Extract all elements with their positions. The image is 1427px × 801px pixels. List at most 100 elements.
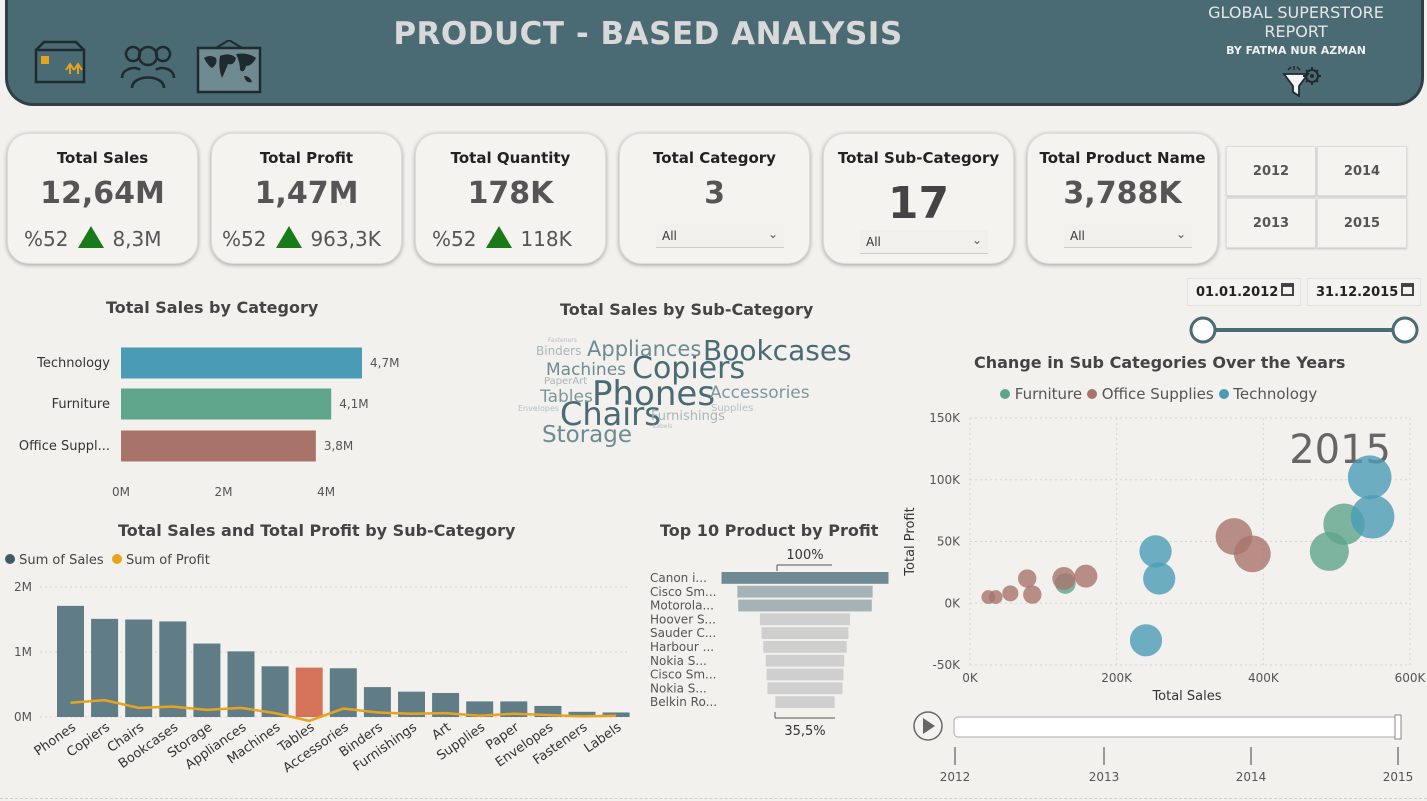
product-box-icon[interactable] [32,40,88,90]
chevron-down-icon: ⌄ [971,233,982,247]
sales-profit-combo-chart: 0M1M2MPhonesCopiersChairsBookcasesStorag… [14,580,630,776]
y-tick-label: 0M [14,710,32,724]
y-tick-label: -50K [933,658,962,672]
sales-profit-legend: Sum of Sales Sum of Profit [5,553,210,568]
y-tick-label: 150K [929,411,961,425]
kpi-card-total-quantity: Total Quantity 178K %52 118K [415,133,606,264]
scatter-point [1074,564,1098,588]
legend-dot-furniture [1000,389,1010,399]
sales-bar [193,643,221,717]
funnel-bar [759,613,851,626]
play-axis-tick-label: 2015 [1383,770,1414,784]
scatter-point [1347,455,1392,500]
end-date-input[interactable]: 31.12.2015 [1307,278,1421,306]
y-tick-label: 1M [14,645,32,659]
funnel-top-label: 100% [786,548,823,563]
report-author: BY FATMA NUR AZMAN [1226,44,1366,57]
x-tick-label: 600K [1395,671,1427,685]
up-triangle-icon [276,226,303,248]
y-axis-label: Total Profit [903,507,918,576]
sales-bar [125,619,153,717]
kpi-card-total-subcategory: Total Sub-Category 17 All ⌄ [823,133,1014,264]
category-slicer[interactable]: All ⌄ [656,224,784,248]
category-label: Office Suppl... [19,439,110,454]
kpi-sub-value: 8,3M [112,227,162,251]
kpi-sub-value: 963,3K [310,227,381,251]
wordcloud-word: Supplies [711,403,753,414]
category-data-label: 3,8M [324,439,353,453]
scatter-point [1002,585,1019,602]
kpi-label: Total Sales [56,149,149,167]
funnel-bar [721,572,889,584]
year-button-2012[interactable]: 2012 [1226,146,1316,196]
y-tick-label: 100K [929,473,961,487]
kpi-card-total-profit: Total Profit 1,47M %52 963,3K [211,133,402,264]
kpi-value: 12,64M [40,176,165,211]
slider-handle-end[interactable] [1391,316,1419,344]
category-bar [121,388,332,420]
funnel-label: Cisco Sm... [650,668,716,682]
chart-title-sales-by-subcategory: Total Sales by Sub-Category [560,300,814,319]
subcategory-wordcloud: BookcasesPhonesCopiersChairsAppliancesSt… [518,334,852,448]
scatter-point [1129,624,1163,657]
chart-title-top10: Top 10 Product by Profit [660,521,879,540]
x-axis-label: Total Sales [1151,689,1221,704]
legend-label-furniture: Furniture [1014,385,1083,403]
kpi-pct: %52 [24,227,69,251]
product-slicer[interactable]: All ⌄ [1064,224,1192,248]
funnel-bar [761,627,849,639]
play-axis-tick-label: 2012 [940,770,971,784]
kpi-value: 3,788K [1063,176,1182,211]
subcategory-slicer[interactable]: All ⌄ [860,230,988,254]
scatter-point [1052,567,1076,591]
kpi-label: Total Profit [259,149,354,167]
header-banner: PRODUCT - BASED ANALYSIS GLOBAL SUPERSTO… [5,0,1424,106]
customers-icon[interactable] [120,40,176,94]
kpi-pct: %52 [222,227,267,251]
kpi-value: 17 [887,178,950,229]
legend-dot-sales [5,554,15,564]
calendar-icon [1281,283,1294,296]
category-bar [121,430,316,462]
play-axis-handle[interactable] [1394,714,1402,740]
x-tick-label: 2M [215,485,233,499]
kpi-label: Total Sub-Category [837,149,1000,167]
date-range-slider[interactable] [1185,312,1425,348]
wordcloud-word: Accessories [710,383,810,403]
legend-dot-technology [1218,389,1229,399]
play-button[interactable] [913,711,943,741]
play-axis-track[interactable] [953,716,1401,738]
category-bar [121,347,362,379]
sales-bar [159,621,187,717]
play-axis-tick-label: 2013 [1089,770,1120,784]
wordcloud-word: Fasteners [548,337,577,344]
chart-title-scatter: Change in Sub Categories Over the Years [974,353,1346,372]
kpi-card-total-sales: Total Sales 12,64M %52 8,3M [7,133,198,264]
kpi-sub: %52 8,3M [24,226,162,251]
funnel-bar [763,641,847,653]
start-date-input[interactable]: 01.01.2012 [1187,278,1301,306]
kpi-value: 1,47M [254,176,359,211]
funnel-label: Cisco Sm... [650,585,716,599]
year-button-2013[interactable]: 2013 [1226,198,1316,248]
kpi-label: Total Product Name [1039,149,1206,167]
report-title: GLOBAL SUPERSTORE REPORT [1208,3,1384,41]
x-tick-label: Labels [582,720,625,756]
year-button-2014[interactable]: 2014 [1317,146,1407,196]
end-date-value: 31.12.2015 [1316,285,1399,300]
up-triangle-icon [486,226,513,248]
funnel-label: Nokia S... [650,681,707,695]
world-map-icon[interactable] [196,39,262,98]
scatter-point [1233,535,1271,573]
filter-gear-icon[interactable] [1278,64,1324,104]
x-tick-label: 0K [962,671,979,685]
play-axis: 2012 2013 2014 2015 [913,711,1414,784]
category-data-label: 4,7M [370,356,399,370]
scatter-point [1143,562,1176,595]
year-button-2015[interactable]: 2015 [1317,198,1407,248]
slider-handle-start[interactable] [1189,316,1217,344]
scatter-point [988,590,1003,604]
kpi-card-total-category: Total Category 3 All ⌄ [619,133,810,264]
funnel-bar [738,599,872,612]
top10-funnel-chart: 100%Canon i...Cisco Sm...Motorola...Hoov… [650,548,889,739]
